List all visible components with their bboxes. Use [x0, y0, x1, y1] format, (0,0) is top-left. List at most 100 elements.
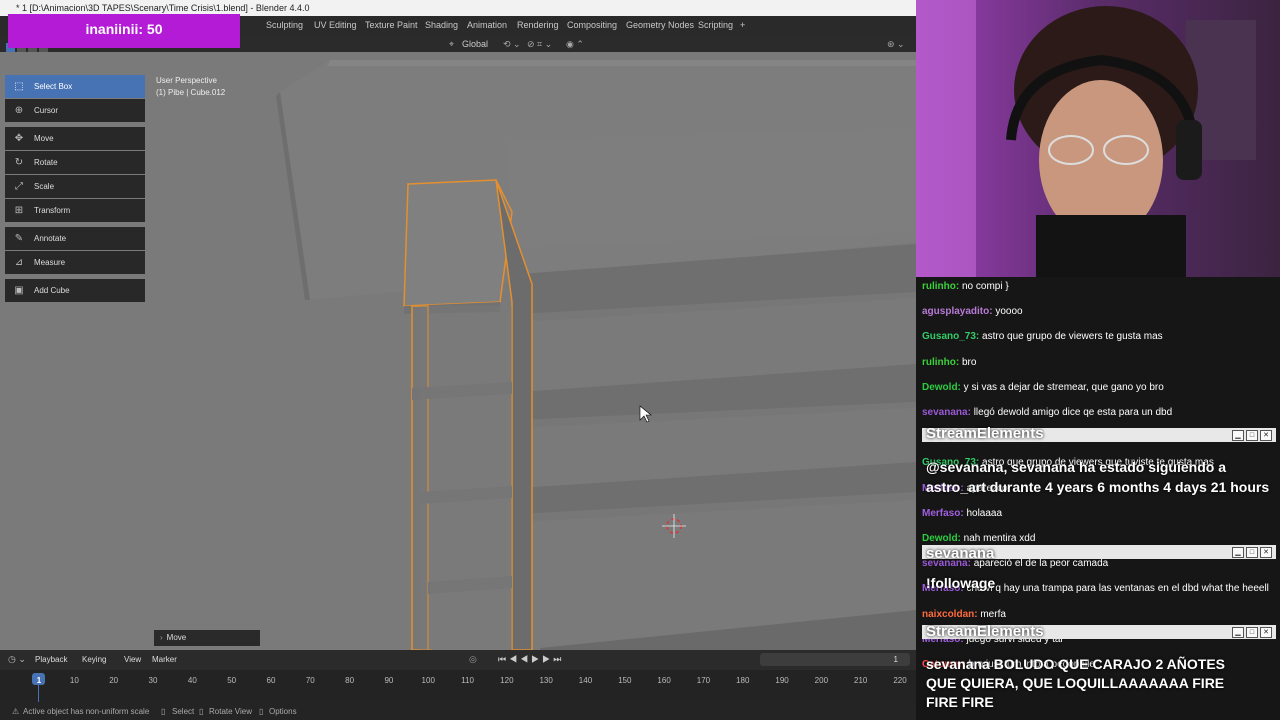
maximize-icon[interactable]: □ [1246, 547, 1258, 558]
tab-sculpting[interactable]: Sculpting [266, 20, 303, 30]
chat-message: Dewold: y si vas a dejar de stremear, qu… [922, 382, 1164, 393]
frame-tick: 110 [461, 676, 474, 685]
chat-text: nah mentira xdd [960, 533, 1036, 544]
frame-tick: 210 [853, 676, 868, 685]
measure-icon: ⊿ [14, 256, 24, 268]
tool-label: Annotate [34, 234, 67, 243]
pivot-icon[interactable]: ⟲ ⌄ [503, 39, 521, 50]
chat-username[interactable]: Merfaso: [922, 508, 964, 519]
tab-texture-paint[interactable]: Texture Paint [365, 20, 418, 30]
frame-tick: 50 [227, 676, 237, 685]
tab-compositing[interactable]: Compositing [567, 20, 617, 30]
last-operator-label: Move [166, 633, 187, 642]
select-box-icon: ⬚ [14, 80, 24, 92]
overlay-icon[interactable]: ⊛ ⌄ [887, 39, 905, 50]
chat-text: y si vas a dejar de stremear, que gano y… [960, 381, 1164, 393]
3d-viewport[interactable]: User Perspective (1) Pibe | Cube.012 ⬚ Se… [0, 52, 916, 650]
tool-label: Move [34, 134, 54, 143]
tab-rendering[interactable]: Rendering [517, 20, 559, 30]
record-icon[interactable]: ◎ [469, 654, 477, 665]
tool-label: Scale [34, 182, 55, 191]
frame-tick: 100 [421, 676, 435, 685]
tool-label: Add Cube [34, 286, 70, 295]
tool-add-cube[interactable]: ▣ Add Cube [5, 279, 145, 302]
chat-username[interactable]: agusplayadito: [922, 306, 993, 317]
editor-type-icon[interactable]: ◷ ⌄ [8, 654, 26, 665]
chat-text: astro que grupo de viewers te gusta mas [979, 331, 1163, 343]
chat-username[interactable]: sevanana: [922, 407, 971, 418]
current-frame-field[interactable]: 1 [760, 653, 910, 666]
menu-keying[interactable]: Keying [82, 655, 106, 664]
chat-username[interactable]: Dewold: [922, 382, 961, 393]
tool-scale[interactable]: ⤢ Scale [5, 175, 145, 198]
chat-username[interactable]: rulinho: [922, 281, 959, 292]
webcam-feed [916, 0, 1280, 277]
orientation-dropdown[interactable]: Global [462, 39, 488, 49]
frame-tick: 40 [187, 676, 197, 685]
timeline-ruler[interactable]: 1 10 20 30 40 50 60 70 80 90 100 110 120 130 140 150 160… [0, 670, 916, 702]
chat-username[interactable]: Dewold: [922, 533, 961, 544]
frame-tick: 170 [696, 676, 711, 685]
timeline-header: ◷ ⌄ Playback Keying View Marker ◎ ⏮◀◀▶▶⏭… [0, 650, 916, 670]
status-options: Options [269, 707, 297, 716]
current-frame-value: 1 [893, 655, 898, 664]
tool-cursor[interactable]: ⊕ Cursor [5, 99, 145, 122]
orientation-icon: ⌖ [449, 39, 455, 49]
close-icon[interactable]: ✕ [1260, 627, 1272, 638]
maximize-icon[interactable]: □ [1246, 430, 1258, 441]
chat-text: holaaaa [963, 507, 1003, 519]
maximize-icon[interactable]: □ [1246, 627, 1258, 638]
tab-geometry-nodes[interactable]: Geometry Nodes [626, 20, 694, 30]
tab-shading[interactable]: Shading [425, 20, 458, 30]
add-workspace-button[interactable]: + [740, 20, 745, 30]
frame-tick: 90 [384, 676, 394, 685]
chat-message: Gusano_73: astro que grupo de viewers te… [922, 331, 1163, 342]
status-select: Select [172, 707, 195, 716]
chat-username[interactable]: Gusano_73: [922, 331, 979, 342]
tool-annotate[interactable]: ✎ Annotate [5, 227, 145, 250]
frame-tick: 1 [36, 676, 42, 685]
tool-select-box[interactable]: ⬚ Select Box [5, 75, 145, 98]
last-operator-panel[interactable]: › Move [154, 630, 260, 646]
move-icon: ✥ [14, 132, 24, 144]
object-info: (1) Pibe | Cube.012 [156, 88, 226, 97]
chat-text: che vi q hay una trampa para las ventana… [963, 583, 1269, 595]
snap-icon[interactable]: ⊘ ⌗ ⌄ [527, 39, 552, 50]
menu-playback[interactable]: Playback [35, 655, 67, 664]
chat-username[interactable]: naixcoldan: [922, 609, 978, 620]
chevron-right-icon: › [160, 633, 163, 642]
frame-tick: 140 [578, 676, 593, 685]
frame-tick: 10 [69, 676, 79, 685]
close-icon[interactable]: ✕ [1260, 430, 1272, 441]
cursor-icon: ⊕ [14, 104, 24, 116]
tool-transform[interactable]: ⊞ Transform [5, 199, 145, 222]
status-rotate-view: Rotate View [209, 707, 252, 716]
minimize-icon[interactable]: ▁ [1232, 547, 1244, 558]
close-icon[interactable]: ✕ [1260, 547, 1272, 558]
menu-marker[interactable]: Marker [152, 655, 177, 664]
minimize-icon[interactable]: ▁ [1232, 627, 1244, 638]
chat-panel: rulinho: no compi } agusplayadito: yoooo G… [916, 277, 1280, 720]
menu-view[interactable]: View [124, 655, 141, 664]
frame-tick: 190 [775, 676, 789, 685]
tab-animation[interactable]: Animation [467, 20, 507, 30]
chat-username[interactable]: rulinho: [922, 357, 959, 368]
frame-tick: 180 [736, 676, 750, 685]
chat-message: agusplayadito: yoooo [922, 306, 1023, 317]
webcam-image [916, 0, 1280, 277]
overlay-text: inaniinii: 50 [85, 21, 163, 37]
proportional-edit-icon[interactable]: ◉ ⌃ [566, 39, 584, 50]
tab-scripting[interactable]: Scripting [698, 20, 733, 30]
tool-rotate[interactable]: ↻ Rotate [5, 151, 145, 174]
playhead-line [38, 685, 39, 702]
tool-measure[interactable]: ⊿ Measure [5, 251, 145, 274]
tab-uv-editing[interactable]: UV Editing [314, 20, 357, 30]
frame-tick: 150 [618, 676, 632, 685]
chat-text: yoooo [992, 306, 1023, 318]
minimize-icon[interactable]: ▁ [1232, 430, 1244, 441]
playback-controls[interactable]: ⏮◀◀▶▶⏭ [498, 654, 564, 665]
popup-title: sevanana [926, 545, 995, 562]
frame-tick: 70 [305, 676, 315, 685]
popup-text: @sevanana, sevanana ha estado siguiendo … [926, 459, 1270, 495]
tool-move[interactable]: ✥ Move [5, 127, 145, 150]
